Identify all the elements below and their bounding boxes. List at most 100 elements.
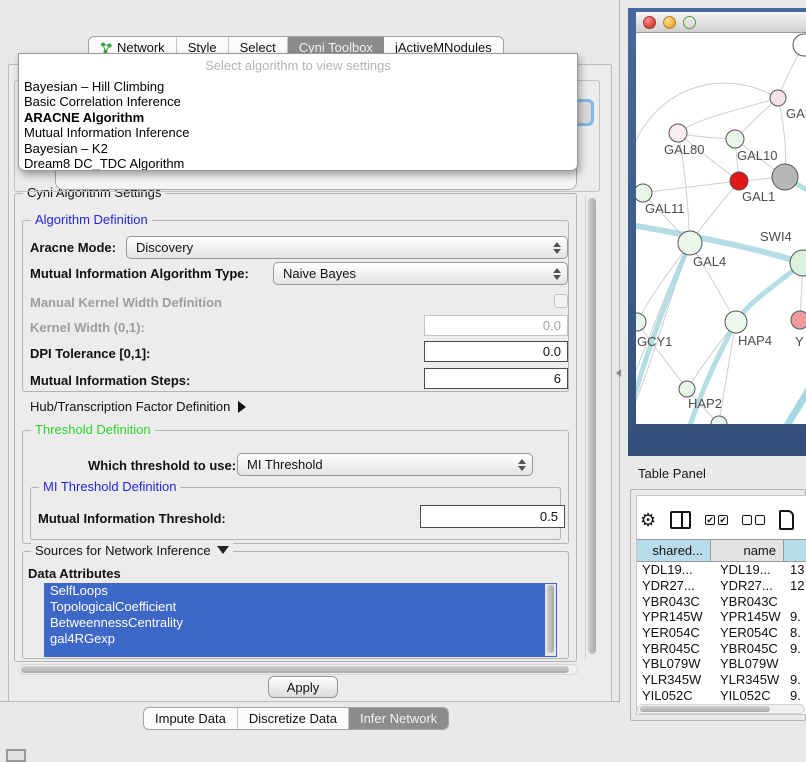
column-header-shared-name[interactable]: shared... [637, 539, 711, 562]
network-node[interactable] [793, 34, 806, 56]
table-header-row: shared... name [637, 539, 806, 562]
dpi-tolerance-field[interactable]: 0.0 [424, 341, 568, 362]
table-row[interactable]: YPR145WYPR145W9. [637, 609, 806, 625]
table-cell: 9. [784, 609, 806, 624]
document-icon[interactable] [779, 510, 794, 530]
apply-button[interactable]: Apply [268, 676, 338, 698]
network-node-gal1[interactable] [730, 172, 748, 190]
data-attributes-list[interactable]: SelfLoopsTopologicalCoefficientBetweenne… [44, 583, 557, 657]
table-cell: YER054C [637, 625, 711, 640]
column-layout-icon[interactable] [670, 511, 691, 529]
table-cell: YDL19... [637, 562, 711, 577]
bottom-tabbar: Impute DataDiscretize DataInfer Network [143, 707, 449, 730]
algorithm-option[interactable]: Basic Correlation Inference [19, 94, 577, 109]
aracne-mode-combobox[interactable]: Discovery [126, 236, 568, 259]
network-node-label: HAP2 [688, 396, 722, 411]
mi-threshold-label: Mutual Information Threshold: [38, 511, 226, 526]
algorithm-dropdown-hint: Select algorithm to view settings [19, 54, 577, 79]
network-node-label: SWI4 [760, 229, 792, 244]
zoom-traffic-light-icon[interactable] [683, 16, 696, 29]
network-node-gal4[interactable] [678, 231, 702, 255]
table-cell: 13 [784, 562, 806, 577]
network-node-gal80[interactable] [669, 124, 687, 142]
column-header-name[interactable]: name [711, 539, 784, 562]
kernel-width-field[interactable]: 0.0 [424, 315, 568, 336]
settings-vertical-scrollbar[interactable] [585, 196, 598, 660]
network-edge[interactable] [784, 383, 806, 424]
network-node-gcy1[interactable] [636, 313, 646, 331]
algorithm-option[interactable]: Bayesian – Hill Climbing [19, 79, 577, 94]
kernel-width-label: Kernel Width (0,1): [30, 320, 145, 335]
mi-threshold-field[interactable]: 0.5 [420, 505, 565, 528]
network-node[interactable] [772, 164, 798, 190]
hub-definition-toggle[interactable]: Hub/Transcription Factor Definition [30, 399, 246, 414]
deselect-all-checkboxes-icon[interactable] [742, 515, 765, 525]
network-node-label: GAL11 [645, 201, 685, 216]
network-node-y[interactable] [791, 311, 806, 329]
panel-splitter-arrow-icon[interactable] [616, 369, 621, 377]
table-row[interactable]: YBR043CYBR043C [637, 593, 806, 609]
table-cell: YDL19... [711, 562, 784, 577]
dpi-tolerance-label: DPI Tolerance [0,1]: [30, 346, 150, 361]
threshold-definition-title: Threshold Definition [31, 422, 155, 437]
table-row[interactable]: YBR045CYBR045C9. [637, 640, 806, 656]
algorithm-option[interactable]: Mutual Information Inference [19, 125, 577, 140]
network-node-label: GAL4 [693, 254, 726, 269]
which-threshold-combobox[interactable]: MI Threshold [237, 453, 533, 476]
attribute-list-item[interactable]: TopologicalCoefficient [44, 599, 557, 615]
network-tab-icon [100, 42, 112, 54]
tab-impute-data[interactable]: Impute Data [144, 708, 238, 729]
attribute-list-item[interactable]: gal4RGexp [44, 631, 557, 647]
table-cell: YBR045C [711, 641, 784, 656]
table-row[interactable]: YER054CYER054C8. [637, 625, 806, 641]
algorithm-option[interactable]: ARACNE Algorithm [19, 110, 577, 125]
table-row[interactable]: YDR27...YDR27...12 [637, 578, 806, 594]
attribute-list-item[interactable]: BetweennessCentrality [44, 615, 557, 631]
table-cell: YBL079W [637, 656, 711, 671]
network-node-gal10[interactable] [726, 130, 744, 148]
network-node-hap4[interactable] [725, 311, 747, 333]
network-edge[interactable] [678, 98, 778, 133]
data-attributes-label: Data Attributes [28, 566, 121, 581]
which-threshold-label: Which threshold to use: [88, 458, 236, 473]
attributes-list-scrollbar[interactable] [545, 584, 556, 656]
network-node-gal[interactable] [770, 90, 786, 106]
table-cell: YLR345W [637, 672, 711, 687]
algorithm-option[interactable]: Bayesian – K2 [19, 141, 577, 156]
table-row[interactable]: YDL19...YDL19...13 [637, 562, 806, 578]
table-horizontal-scrollbar[interactable] [637, 704, 805, 714]
attribute-list-item[interactable]: SelfLoops [44, 583, 557, 599]
mi-steps-field[interactable]: 6 [424, 368, 568, 389]
table-toolbar: ⚙ ✔✔ [640, 505, 804, 535]
network-edge[interactable] [643, 181, 739, 193]
network-node[interactable] [711, 416, 727, 424]
table-cell: YBL079W [711, 656, 784, 671]
aracne-mode-value: Discovery [136, 240, 193, 255]
aracne-mode-label: Aracne Mode: [30, 240, 116, 255]
table-row[interactable]: YBL079WYBL079W [637, 656, 806, 672]
manual-kernel-checkbox[interactable] [554, 294, 568, 308]
table-cell: 9. [784, 672, 806, 687]
table-row[interactable]: YIL052CYIL052C9. [637, 688, 806, 704]
table-cell: YDR27... [711, 578, 784, 593]
network-canvas[interactable]: GALGAL80GAL10GAL1GAL11SWI4GAL4GCY1HAP4YH… [636, 33, 806, 424]
mi-type-combobox[interactable]: Naive Bayes [273, 262, 568, 285]
network-node-hap2[interactable] [679, 381, 695, 397]
close-traffic-light-icon[interactable] [643, 16, 656, 29]
sources-group-title[interactable]: Sources for Network Inference [31, 543, 233, 558]
algorithm-option[interactable]: Dream8 DC_TDC Algorithm [19, 156, 577, 171]
column-header-cut[interactable] [784, 539, 806, 562]
mi-type-value: Naive Bayes [283, 266, 356, 281]
mi-threshold-group-title: MI Threshold Definition [39, 479, 180, 494]
table-settings-gear-icon[interactable]: ⚙ [640, 510, 656, 531]
select-all-checkboxes-icon[interactable]: ✔✔ [705, 515, 728, 525]
network-node-gal11[interactable] [636, 184, 652, 202]
network-node-label: GAL80 [664, 142, 704, 157]
table-panel-title: Table Panel [638, 466, 706, 481]
minimize-traffic-light-icon[interactable] [663, 16, 676, 29]
tab-infer-network[interactable]: Infer Network [349, 708, 448, 729]
minimized-panel-icon[interactable] [6, 749, 26, 762]
table-row[interactable]: YLR345WYLR345W9. [637, 672, 806, 688]
tab-discretize-data[interactable]: Discretize Data [238, 708, 349, 729]
settings-horizontal-scrollbar[interactable] [18, 664, 578, 675]
